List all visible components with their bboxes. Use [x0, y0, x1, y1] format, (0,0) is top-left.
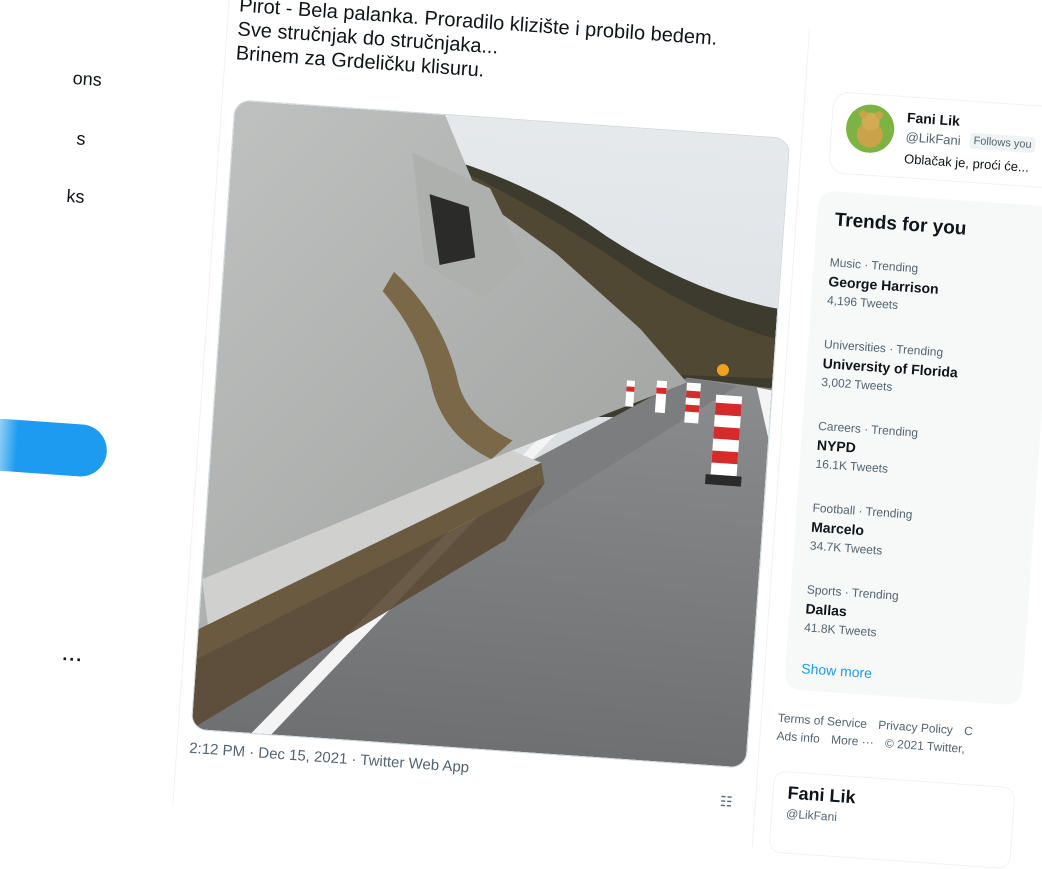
trend-item[interactable]: Music · Trending George Harrison 4,196 T… — [827, 255, 1040, 322]
user-card-handle: @LikFani — [905, 129, 962, 149]
nav-item-label: s — [75, 128, 87, 149]
nav-item-notifications[interactable]: ons — [72, 68, 102, 91]
trends-panel: Trends for you Music · Trending George H… — [783, 190, 1042, 706]
tweet-photo[interactable] — [190, 99, 791, 769]
nav-item-label: ons — [72, 67, 103, 90]
more-icon[interactable]: ··· — [61, 649, 84, 671]
user-card-bio: Oblačak je, proći će... — [903, 151, 1030, 175]
trend-item[interactable]: Football · Trending Marcelo 34.7K Tweets — [809, 501, 1022, 568]
user-card[interactable]: Fani Lik @LikFani Follows you Oblačak je… — [827, 91, 1042, 190]
user-card-name[interactable]: Fani Lik — [907, 109, 961, 129]
landslide-photo-image — [191, 100, 790, 768]
nav-item-label: ks — [65, 185, 86, 208]
teddy-bear-icon — [844, 103, 896, 155]
trend-item[interactable]: Careers · Trending NYPD 16.1K Tweets — [815, 419, 1028, 486]
account-name: Fani Lik — [786, 782, 857, 808]
avatar — [844, 103, 896, 155]
tweet-text: Pirot - Bela palanka. Proradilo klizište… — [235, 0, 718, 82]
footer-link-terms[interactable]: Terms of Service — [777, 711, 867, 731]
account-card[interactable]: Fani Lik @LikFani — [768, 770, 1016, 869]
footer-links: Terms of Service Privacy Policy C Ads in… — [776, 709, 1018, 762]
analytics-icon[interactable]: ☷ — [719, 793, 733, 811]
rotated-page: ons s ks rak ··· Pirot - Bela palanka. P… — [0, 0, 1042, 869]
trend-item[interactable]: Universities · Trending University of Fl… — [821, 337, 1034, 404]
main-column: Pirot - Bela palanka. Proradilo klizište… — [172, 0, 810, 848]
follows-you-badge: Follows you — [969, 132, 1037, 154]
trends-title: Trends for you — [833, 209, 968, 240]
footer-link-privacy[interactable]: Privacy Policy — [878, 718, 953, 737]
footer-copyright: © 2021 Twitter, — [884, 736, 966, 756]
nav-item-bookmarks[interactable]: ks — [66, 186, 85, 208]
trend-item[interactable]: Sports · Trending Dallas 41.8K Tweets — [804, 582, 1017, 649]
nav-item-messages[interactable]: s — [76, 128, 86, 150]
footer-link-cookies[interactable]: C — [964, 724, 974, 739]
footer-link-more[interactable]: More ··· — [831, 733, 875, 750]
footer-link-ads[interactable]: Ads info — [776, 729, 820, 746]
show-more-link[interactable]: Show more — [801, 660, 873, 681]
account-handle: @LikFani — [785, 806, 838, 825]
right-sidebar: Fani Lik @LikFani Follows you Oblačak je… — [761, 90, 1042, 869]
